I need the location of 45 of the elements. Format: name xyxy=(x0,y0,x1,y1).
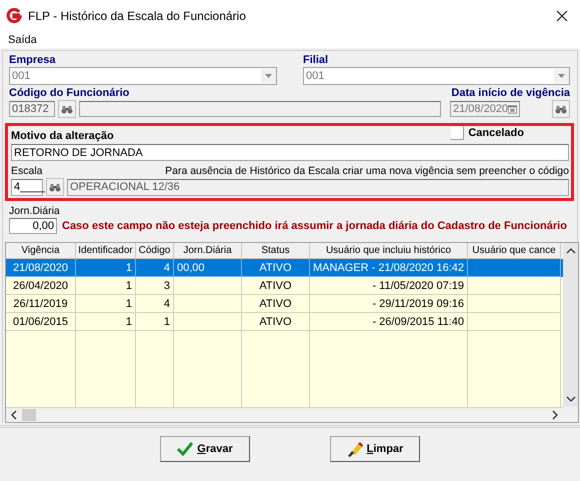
field-label: Motivo da alteração xyxy=(11,130,114,143)
input-field[interactable]: 018372 xyxy=(9,101,55,117)
table-row[interactable]: 26/11/2019 1 4 ATIVO - 29/11/2019 09:16 xyxy=(6,295,563,313)
horizontal-scrollbar[interactable] xyxy=(6,407,563,422)
input-field[interactable]: 0,00 xyxy=(9,218,57,234)
calendar-icon xyxy=(508,104,517,114)
hint-text: Para ausência de Histórico da Escala criar uma nova vigência sem preencher o código xyxy=(165,165,569,177)
checkbox[interactable] xyxy=(450,126,464,140)
checkbox-label: Cancelado xyxy=(468,127,524,139)
vertical-scrollbar[interactable] xyxy=(563,243,578,407)
clear-button[interactable]: Limpar xyxy=(330,436,420,462)
scroll-thumb[interactable] xyxy=(22,409,36,421)
scroll-up-icon[interactable] xyxy=(566,247,576,255)
app-logo-icon xyxy=(6,8,22,24)
eraser-icon xyxy=(346,441,363,457)
save-button[interactable]: Gravar xyxy=(160,436,250,462)
close-icon[interactable] xyxy=(556,10,568,22)
binoculars-icon xyxy=(61,104,73,114)
dropdown[interactable]: 001 xyxy=(303,67,570,85)
checkmark-icon xyxy=(177,442,194,456)
field-label: Código do Funcionário xyxy=(9,87,130,100)
field-label: Data início de vigência xyxy=(451,87,570,100)
table-row[interactable]: 21/08/2020 1 4 00,00 ATIVO MANAGER - 21/08/2020 16:42 xyxy=(6,259,563,277)
field-label: Empresa xyxy=(9,54,56,67)
binoculars-icon xyxy=(49,182,61,192)
field-label: Filial xyxy=(303,54,330,67)
table-row[interactable]: 26/04/2020 1 3 ATIVO - 11/05/2020 07:19 xyxy=(6,277,563,295)
field-label: Escala xyxy=(11,165,43,177)
description-field: OPERACIONAL 12/36 xyxy=(67,178,569,196)
table-row[interactable]: 01/06/2015 1 1 ATIVO - 26/09/2015 11:40 xyxy=(6,313,563,331)
window-title: FLP - Histórico da Escala do Funcionário xyxy=(28,9,247,23)
date-field[interactable]: 21/08/2020 xyxy=(450,101,520,117)
scroll-right-icon[interactable] xyxy=(551,410,559,420)
field-label: Jorn.Diária xyxy=(9,205,61,217)
search-button[interactable] xyxy=(58,100,76,118)
warning-text: Caso este campo não esteja preenchido irá assumir a jornada diária do Cadastro de Funcionário xyxy=(62,220,567,232)
search-button[interactable] xyxy=(46,178,64,196)
menu-item[interactable]: Saída xyxy=(8,34,37,46)
binoculars-icon xyxy=(555,104,567,114)
dropdown[interactable]: 001 xyxy=(9,67,277,85)
scroll-down-icon[interactable] xyxy=(566,395,576,403)
search-button[interactable] xyxy=(552,100,570,118)
scroll-left-icon[interactable] xyxy=(10,410,18,420)
input-field[interactable]: 4____ xyxy=(11,178,43,196)
input-field[interactable]: RETORNO DE JORNADA xyxy=(11,144,569,161)
